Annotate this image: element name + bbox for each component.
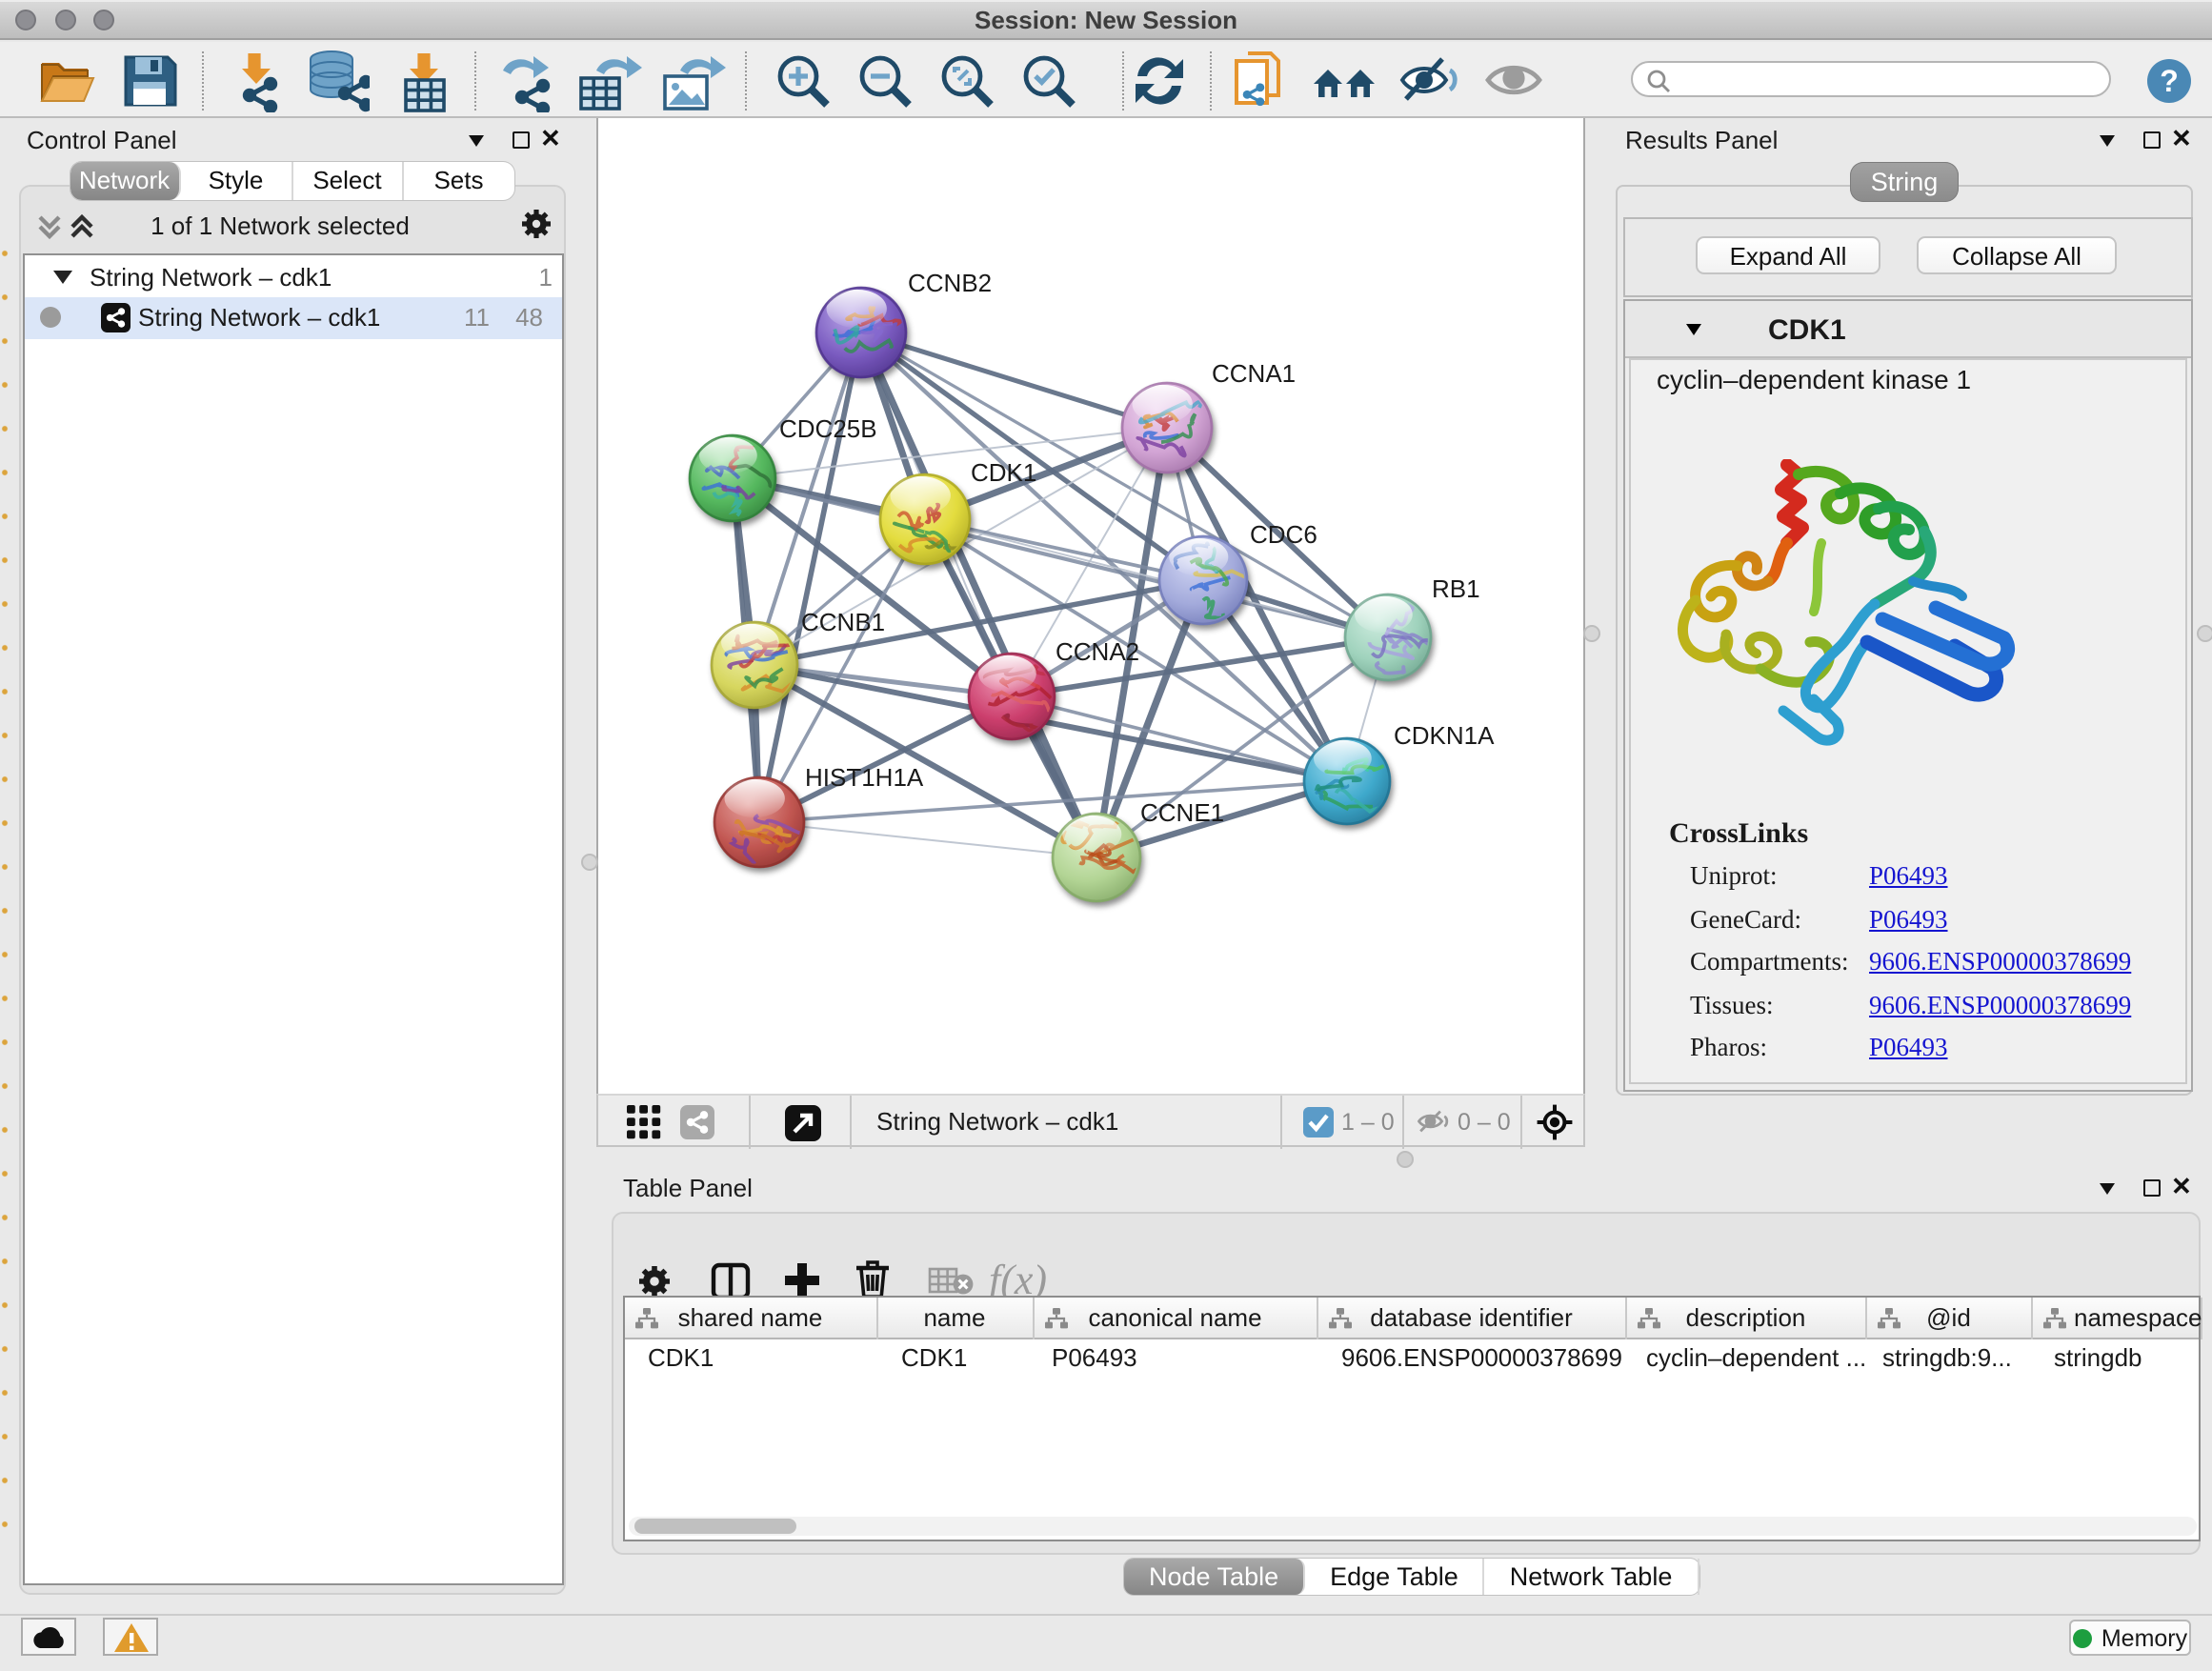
svg-text:CCNA1: CCNA1 — [1212, 359, 1296, 388]
svg-text:CCNA2: CCNA2 — [1056, 637, 1139, 666]
svg-text:CDK1: CDK1 — [971, 458, 1036, 487]
svg-text:CCNE1: CCNE1 — [1140, 798, 1224, 827]
svg-text:HIST1H1A: HIST1H1A — [805, 763, 924, 792]
svg-text:CDKN1A: CDKN1A — [1394, 721, 1495, 750]
svg-text:RB1: RB1 — [1432, 574, 1480, 603]
svg-text:CCNB1: CCNB1 — [801, 608, 885, 636]
svg-text:CDC25B: CDC25B — [779, 414, 877, 443]
svg-text:CCNB2: CCNB2 — [908, 269, 992, 297]
svg-text:?: ? — [2160, 64, 2179, 98]
svg-text:CDC6: CDC6 — [1250, 520, 1317, 549]
